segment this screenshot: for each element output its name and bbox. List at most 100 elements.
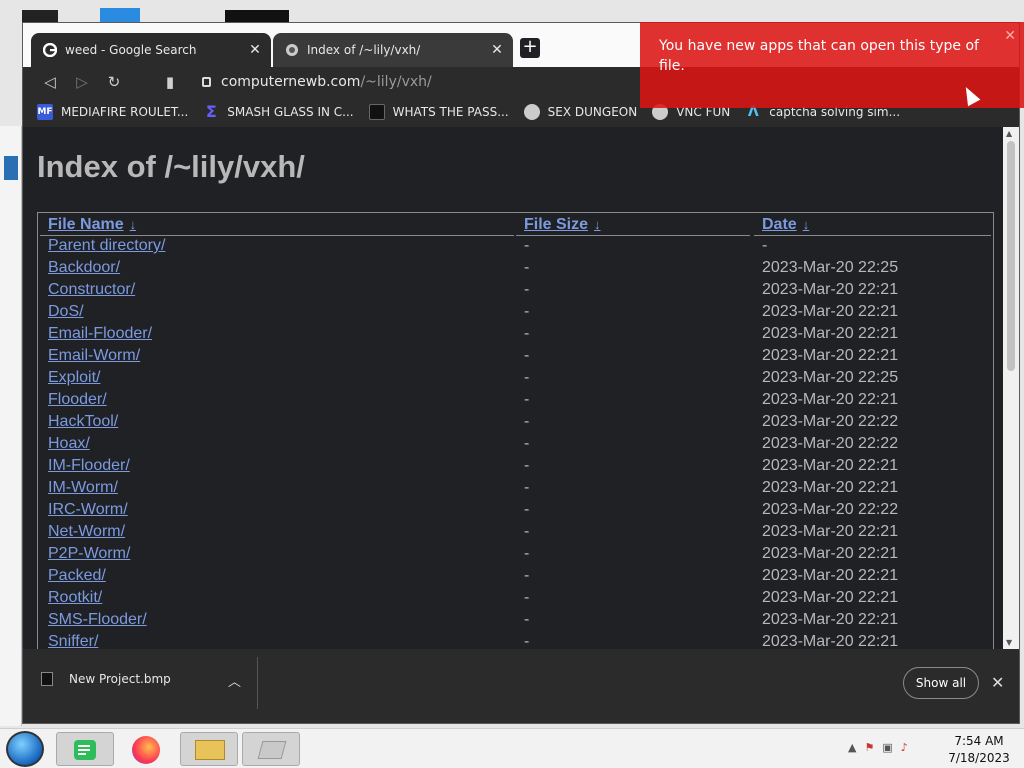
action-center-icon[interactable]: ⚑ [864, 741, 874, 754]
tab-title: weed - Google Search [65, 43, 197, 57]
folder-link[interactable]: Constructor/ [48, 281, 135, 299]
bookmark-whats-the-pass[interactable]: WHATS THE PASS... [368, 104, 509, 120]
download-item[interactable]: New Project.bmp [41, 667, 171, 691]
table-row: IRC-Worm/ - 2023-Mar-20 22:22 [38, 501, 993, 523]
file-size: - [524, 325, 530, 342]
vertical-scrollbar[interactable]: ▲ ▼ [1003, 127, 1019, 649]
folder-link[interactable]: IRC-Worm/ [48, 501, 128, 519]
folder-link[interactable]: Parent directory/ [48, 237, 165, 255]
close-tab-icon[interactable]: ✕ [247, 42, 263, 58]
tray-expand-icon[interactable]: ▲ [848, 741, 856, 754]
modified-date: 2023-Mar-20 22:21 [762, 633, 899, 649]
file-size: - [524, 435, 530, 452]
folder-link[interactable]: Exploit/ [48, 369, 100, 387]
file-size: - [524, 413, 530, 430]
tab-index-listing[interactable]: Index of /~lily/vxh/ ✕ [273, 33, 513, 67]
table-row: Backdoor/ - 2023-Mar-20 22:25 [38, 259, 993, 281]
file-size: - [524, 237, 530, 254]
bookmark-icon[interactable]: ▮ [159, 71, 181, 93]
scrollbar-thumb[interactable] [1007, 141, 1015, 371]
modified-date: 2023-Mar-20 22:21 [762, 347, 899, 364]
system-tray: ▲ ⚑ ▣ ♪ [848, 741, 908, 754]
folder-link[interactable]: Rootkit/ [48, 589, 102, 607]
folder-link[interactable]: Flooder/ [48, 391, 107, 409]
file-size: - [524, 611, 530, 628]
new-tab-button[interactable]: + [520, 38, 540, 58]
table-row: SMS-Flooder/ - 2023-Mar-20 22:21 [38, 611, 993, 633]
file-size: - [524, 545, 530, 562]
tab-title: Index of /~lily/vxh/ [307, 43, 421, 57]
reload-icon[interactable]: ↻ [103, 71, 125, 93]
notes-icon[interactable] [56, 732, 114, 766]
address-bar[interactable]: computernewb.com/~lily/vxh/ [196, 69, 656, 95]
tab-google-search[interactable]: weed - Google Search ✕ [31, 33, 271, 67]
close-icon[interactable]: ✕ [1004, 26, 1016, 46]
forward-icon[interactable]: ▷ [71, 71, 93, 93]
header-file-name[interactable]: File Name ↓ [48, 216, 136, 234]
modified-date: 2023-Mar-20 22:22 [762, 501, 899, 518]
folder-link[interactable]: IM-Worm/ [48, 479, 118, 497]
table-row: DoS/ - 2023-Mar-20 22:21 [38, 303, 993, 325]
folder-link[interactable]: Email-Flooder/ [48, 325, 152, 343]
file-size: - [524, 259, 530, 276]
header-divider [754, 235, 991, 236]
folder-link[interactable]: P2P-Worm/ [48, 545, 130, 563]
bookmark-smash-glass[interactable]: Σ SMASH GLASS IN C... [203, 102, 354, 121]
folder-link[interactable]: Packed/ [48, 567, 106, 585]
chevron-up-icon[interactable]: ︿ [228, 671, 241, 690]
header-file-size[interactable]: File Size ↓ [524, 216, 601, 234]
mediafire-icon: MF [37, 104, 53, 120]
modified-date: 2023-Mar-20 22:25 [762, 259, 899, 276]
folder-glyph [195, 740, 225, 760]
folder-link[interactable]: Hoax/ [48, 435, 90, 453]
modified-date: 2023-Mar-20 22:21 [762, 523, 899, 540]
close-tab-icon[interactable]: ✕ [489, 42, 505, 58]
close-icon[interactable]: ✕ [991, 673, 1004, 692]
folder-link[interactable]: Net-Worm/ [48, 523, 125, 541]
header-date[interactable]: Date ↓ [762, 216, 809, 234]
table-row: IM-Worm/ - 2023-Mar-20 22:21 [38, 479, 993, 501]
sigma-icon: Σ [205, 102, 217, 121]
folder-link[interactable]: DoS/ [48, 303, 84, 321]
app-icon[interactable] [242, 732, 300, 766]
scroll-down-icon[interactable]: ▼ [1006, 638, 1012, 647]
back-icon[interactable]: ◁ [39, 71, 61, 93]
network-icon[interactable]: ▣ [882, 741, 892, 754]
folder-link[interactable]: SMS-Flooder/ [48, 611, 147, 629]
globe-icon [523, 104, 540, 120]
modified-date: 2023-Mar-20 22:21 [762, 281, 899, 298]
folder-link[interactable]: Backdoor/ [48, 259, 120, 277]
table-row: Exploit/ - 2023-Mar-20 22:25 [38, 369, 993, 391]
show-all-button[interactable]: Show all [903, 667, 979, 699]
taskbar: ▲ ⚑ ▣ ♪ 7:54 AM 7/18/2023 [0, 728, 1024, 768]
table-row: Email-Flooder/ - 2023-Mar-20 22:21 [38, 325, 993, 347]
modified-date: 2023-Mar-20 22:21 [762, 325, 899, 342]
table-row: Flooder/ - 2023-Mar-20 22:21 [38, 391, 993, 413]
firefox-icon[interactable] [118, 732, 176, 766]
folder-link[interactable]: HackTool/ [48, 413, 118, 431]
bookmark-sex-dungeon[interactable]: SEX DUNGEON [523, 104, 637, 120]
divider [257, 657, 258, 709]
file-explorer-icon[interactable] [180, 732, 238, 766]
volume-muted-icon[interactable]: ♪ [901, 741, 908, 754]
folder-link[interactable]: IM-Flooder/ [48, 457, 130, 475]
modified-date: 2023-Mar-20 22:25 [762, 369, 899, 386]
dark-square-icon [368, 104, 385, 120]
table-row: Parent directory/ - - [38, 237, 993, 259]
table-row: Hoax/ - 2023-Mar-20 22:22 [38, 435, 993, 457]
page-icon [286, 44, 298, 56]
folder-link[interactable]: Email-Worm/ [48, 347, 140, 365]
scroll-up-icon[interactable]: ▲ [1006, 129, 1012, 138]
table-row: HackTool/ - 2023-Mar-20 22:22 [38, 413, 993, 435]
folder-link[interactable]: Sniffer/ [48, 633, 98, 649]
file-size: - [524, 369, 530, 386]
modified-date: 2023-Mar-20 22:22 [762, 435, 899, 452]
file-size: - [524, 589, 530, 606]
clock[interactable]: 7:54 AM 7/18/2023 [940, 733, 1018, 767]
notes-glyph [74, 740, 96, 760]
bookmark-mediafire[interactable]: MF MEDIAFIRE ROULET... [37, 104, 188, 120]
table-row: Email-Worm/ - 2023-Mar-20 22:21 [38, 347, 993, 369]
start-button[interactable] [6, 731, 44, 767]
file-size: - [524, 347, 530, 364]
modified-date: 2023-Mar-20 22:21 [762, 567, 899, 584]
